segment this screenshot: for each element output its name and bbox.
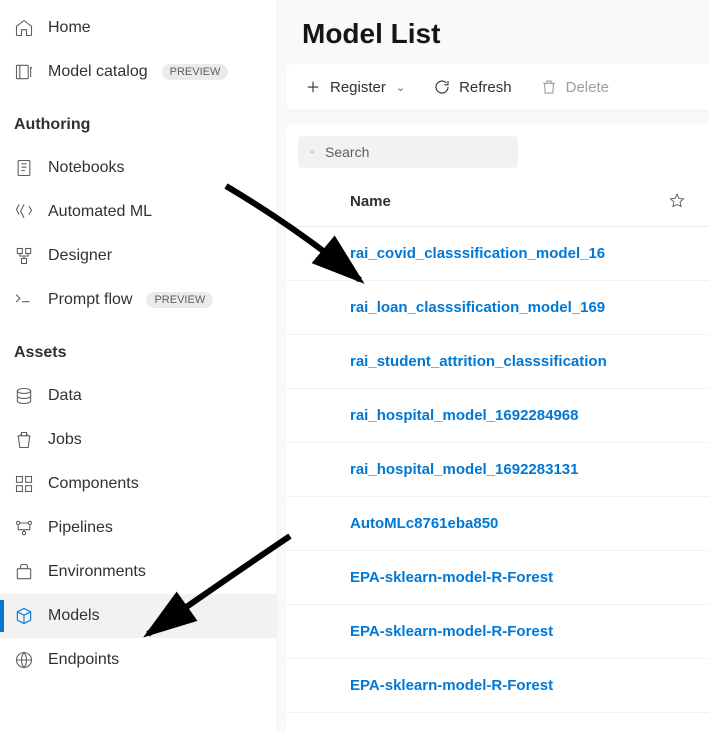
sidebar-item-label: Environments [48,563,146,581]
section-header-assets: Assets [0,322,277,374]
sidebar-item-label: Designer [48,247,112,265]
catalog-icon [14,62,34,82]
sidebar-item-label: Model catalog [48,63,148,81]
section-header-authoring: Authoring [0,94,277,146]
automl-icon [14,202,34,222]
sidebar: Home Model catalog PREVIEW Authoring Not… [0,0,278,732]
table-row[interactable]: rai_loan_classsification_model_169 [286,281,709,335]
delete-button: Delete [540,78,609,96]
sidebar-item-label: Endpoints [48,651,119,669]
table-row[interactable]: rai_hospital_model_1692284968 [286,389,709,443]
endpoints-icon [14,650,34,670]
col-header-star[interactable] [659,192,695,210]
sidebar-item-label: Pipelines [48,519,113,537]
designer-icon [14,246,34,266]
sidebar-item-prompt-flow[interactable]: Prompt flow PREVIEW [0,278,277,322]
sidebar-item-data[interactable]: Data [0,374,277,418]
sidebar-item-label: Automated ML [48,203,152,221]
refresh-icon [433,78,451,96]
sidebar-item-label: Prompt flow [48,291,132,309]
table-row[interactable]: rai_hospital_model_1692283131 [286,443,709,497]
model-name-link[interactable]: EPA-sklearn-model-R-Forest [350,569,553,586]
sidebar-item-environments[interactable]: Environments [0,550,277,594]
model-name-link[interactable]: rai_student_attrition_classsification [350,353,607,370]
sidebar-item-label: Models [48,607,100,625]
model-name-link[interactable]: rai_hospital_model_1692284968 [350,407,578,424]
pipelines-icon [14,518,34,538]
search-box[interactable] [298,136,518,168]
sidebar-item-label: Home [48,19,91,37]
prompt-flow-icon [14,290,34,310]
home-icon [14,18,34,38]
model-name-link[interactable]: rai_covid_classsification_model_16 [350,245,605,262]
table-row[interactable]: EPA-sklearn-model-R-Forest [286,551,709,605]
page-title: Model List [278,0,709,64]
sidebar-item-notebooks[interactable]: Notebooks [0,146,277,190]
notebook-icon [14,158,34,178]
sidebar-item-models[interactable]: Models [0,594,277,638]
refresh-label: Refresh [459,79,512,96]
data-icon [14,386,34,406]
register-label: Register [330,79,386,96]
delete-label: Delete [566,79,609,96]
sidebar-item-model-catalog[interactable]: Model catalog PREVIEW [0,50,277,94]
plus-icon [304,78,322,96]
sidebar-item-automated-ml[interactable]: Automated ML [0,190,277,234]
preview-badge: PREVIEW [146,292,213,308]
jobs-icon [14,430,34,450]
components-icon [14,474,34,494]
table-row[interactable]: EPA-sklearn-model-R-Forest [286,605,709,659]
register-button[interactable]: Register ⌄ [304,78,405,96]
sidebar-item-label: Data [48,387,82,405]
chevron-down-icon: ⌄ [396,81,405,94]
preview-badge: PREVIEW [162,64,229,80]
main-content: Model List Register ⌄ Refresh Delete [278,0,709,732]
table-row[interactable]: rai_covid_classsification_model_16 [286,227,709,281]
model-name-link[interactable]: rai_hospital_model_1692283131 [350,461,578,478]
trash-icon [540,78,558,96]
model-list-panel: Name rai_covid_classsification_model_16r… [286,124,709,732]
table-body: rai_covid_classsification_model_16 rai_lo… [286,227,709,732]
sidebar-item-home[interactable]: Home [0,6,277,50]
sidebar-item-label: Components [48,475,139,493]
star-icon [668,192,686,210]
table-row[interactable]: rai_student_attrition_classsification [286,335,709,389]
sidebar-item-endpoints[interactable]: Endpoints [0,638,277,682]
sidebar-item-pipelines[interactable]: Pipelines [0,506,277,550]
search-icon [310,144,315,160]
refresh-button[interactable]: Refresh [433,78,512,96]
model-name-link[interactable]: AutoMLc8761eba850 [350,515,498,532]
sidebar-item-jobs[interactable]: Jobs [0,418,277,462]
table-header: Name [286,176,709,227]
search-input[interactable] [325,144,506,160]
sidebar-item-label: Jobs [48,431,82,449]
model-name-link[interactable]: EPA-sklearn-model-R-Forest [350,677,553,694]
models-icon [14,606,34,626]
environments-icon [14,562,34,582]
model-name-link[interactable]: EPA-sklearn-model-R-Forest [350,623,553,640]
table-row[interactable]: AutoMLc8761eba850 [286,497,709,551]
sidebar-item-label: Notebooks [48,159,125,177]
col-header-name[interactable]: Name [350,193,659,210]
table-row[interactable]: EPA-sklearn-model-R-Forest [286,659,709,713]
command-bar: Register ⌄ Refresh Delete [286,64,709,110]
sidebar-item-designer[interactable]: Designer [0,234,277,278]
model-name-link[interactable]: rai_loan_classsification_model_169 [350,299,605,316]
sidebar-item-components[interactable]: Components [0,462,277,506]
